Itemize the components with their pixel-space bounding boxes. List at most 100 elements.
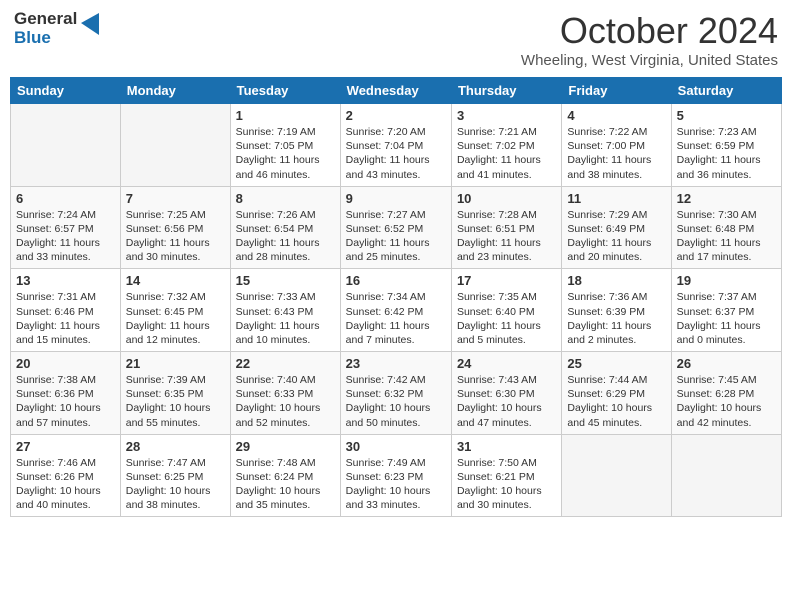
month-title: October 2024 <box>521 10 778 52</box>
calendar-cell: 6Sunrise: 7:24 AM Sunset: 6:57 PM Daylig… <box>11 186 121 269</box>
cell-content: Sunrise: 7:27 AM Sunset: 6:52 PM Dayligh… <box>346 208 446 265</box>
calendar-cell: 20Sunrise: 7:38 AM Sunset: 6:36 PM Dayli… <box>11 352 121 435</box>
cell-content: Sunrise: 7:48 AM Sunset: 6:24 PM Dayligh… <box>236 456 335 513</box>
cell-content: Sunrise: 7:45 AM Sunset: 6:28 PM Dayligh… <box>677 373 776 430</box>
cell-content: Sunrise: 7:19 AM Sunset: 7:05 PM Dayligh… <box>236 125 335 182</box>
location: Wheeling, West Virginia, United States <box>521 52 778 69</box>
calendar-cell: 19 Sunrise: 7:37 AM Sunset: 6:37 PM Dayli… <box>671 269 781 352</box>
day-number: 13 <box>16 273 115 288</box>
calendar-header-thursday: Thursday <box>451 78 561 104</box>
calendar-cell: 15 Sunrise: 7:33 AM Sunset: 6:43 PM Dayli… <box>230 269 340 352</box>
cell-content: Sunrise: 7:42 AM Sunset: 6:32 PM Dayligh… <box>346 373 446 430</box>
calendar-cell: 12 Sunrise: 7:30 AM Sunset: 6:48 PM Dayli… <box>671 186 781 269</box>
day-number: 23 <box>346 356 446 371</box>
cell-content: Sunrise: 7:25 AM Sunset: 6:56 PM Dayligh… <box>126 208 225 265</box>
calendar-cell: 21 Sunrise: 7:39 AM Sunset: 6:35 PM Dayli… <box>120 352 230 435</box>
calendar-week-row: 1 Sunrise: 7:19 AM Sunset: 7:05 PM Daylig… <box>11 104 782 187</box>
cell-content: Sunrise: 7:22 AM Sunset: 7:00 PM Dayligh… <box>567 125 665 182</box>
calendar-cell <box>120 104 230 187</box>
cell-content: Sunrise: 7:37 AM Sunset: 6:37 PM Dayligh… <box>677 290 776 347</box>
calendar-cell: 18 Sunrise: 7:36 AM Sunset: 6:39 PM Dayli… <box>562 269 671 352</box>
day-number: 8 <box>236 191 335 206</box>
cell-content: Sunrise: 7:34 AM Sunset: 6:42 PM Dayligh… <box>346 290 446 347</box>
day-number: 9 <box>346 191 446 206</box>
calendar-cell: 29 Sunrise: 7:48 AM Sunset: 6:24 PM Dayli… <box>230 434 340 517</box>
calendar-cell: 16 Sunrise: 7:34 AM Sunset: 6:42 PM Dayli… <box>340 269 451 352</box>
cell-content: Sunrise: 7:33 AM Sunset: 6:43 PM Dayligh… <box>236 290 335 347</box>
day-number: 29 <box>236 439 335 454</box>
calendar-cell: 4 Sunrise: 7:22 AM Sunset: 7:00 PM Daylig… <box>562 104 671 187</box>
calendar-table: SundayMondayTuesdayWednesdayThursdayFrid… <box>10 77 782 517</box>
calendar-week-row: 20Sunrise: 7:38 AM Sunset: 6:36 PM Dayli… <box>11 352 782 435</box>
day-number: 10 <box>457 191 556 206</box>
day-number: 19 <box>677 273 776 288</box>
page-header: General Blue October 2024 Wheeling, West… <box>10 10 782 69</box>
day-number: 16 <box>346 273 446 288</box>
calendar-cell: 22Sunrise: 7:40 AM Sunset: 6:33 PM Dayli… <box>230 352 340 435</box>
day-number: 4 <box>567 108 665 123</box>
logo: General Blue <box>14 10 99 47</box>
day-number: 15 <box>236 273 335 288</box>
cell-content: Sunrise: 7:47 AM Sunset: 6:25 PM Dayligh… <box>126 456 225 513</box>
day-number: 5 <box>677 108 776 123</box>
day-number: 24 <box>457 356 556 371</box>
calendar-cell: 7Sunrise: 7:25 AM Sunset: 6:56 PM Daylig… <box>120 186 230 269</box>
calendar-cell: 23 Sunrise: 7:42 AM Sunset: 6:32 PM Dayli… <box>340 352 451 435</box>
calendar-header-row: SundayMondayTuesdayWednesdayThursdayFrid… <box>11 78 782 104</box>
calendar-cell: 10 Sunrise: 7:28 AM Sunset: 6:51 PM Dayli… <box>451 186 561 269</box>
calendar-week-row: 13 Sunrise: 7:31 AM Sunset: 6:46 PM Dayli… <box>11 269 782 352</box>
calendar-cell: 5 Sunrise: 7:23 AM Sunset: 6:59 PM Daylig… <box>671 104 781 187</box>
calendar-cell <box>11 104 121 187</box>
day-number: 21 <box>126 356 225 371</box>
calendar-header-sunday: Sunday <box>11 78 121 104</box>
cell-content: Sunrise: 7:31 AM Sunset: 6:46 PM Dayligh… <box>16 290 115 347</box>
calendar-cell: 26Sunrise: 7:45 AM Sunset: 6:28 PM Dayli… <box>671 352 781 435</box>
cell-content: Sunrise: 7:24 AM Sunset: 6:57 PM Dayligh… <box>16 208 115 265</box>
calendar-cell: 3Sunrise: 7:21 AM Sunset: 7:02 PM Daylig… <box>451 104 561 187</box>
cell-content: Sunrise: 7:43 AM Sunset: 6:30 PM Dayligh… <box>457 373 556 430</box>
day-number: 18 <box>567 273 665 288</box>
day-number: 14 <box>126 273 225 288</box>
calendar-cell: 27 Sunrise: 7:46 AM Sunset: 6:26 PM Dayli… <box>11 434 121 517</box>
day-number: 1 <box>236 108 335 123</box>
cell-content: Sunrise: 7:49 AM Sunset: 6:23 PM Dayligh… <box>346 456 446 513</box>
cell-content: Sunrise: 7:29 AM Sunset: 6:49 PM Dayligh… <box>567 208 665 265</box>
cell-content: Sunrise: 7:32 AM Sunset: 6:45 PM Dayligh… <box>126 290 225 347</box>
cell-content: Sunrise: 7:35 AM Sunset: 6:40 PM Dayligh… <box>457 290 556 347</box>
day-number: 11 <box>567 191 665 206</box>
day-number: 12 <box>677 191 776 206</box>
cell-content: Sunrise: 7:23 AM Sunset: 6:59 PM Dayligh… <box>677 125 776 182</box>
cell-content: Sunrise: 7:20 AM Sunset: 7:04 PM Dayligh… <box>346 125 446 182</box>
calendar-cell: 17 Sunrise: 7:35 AM Sunset: 6:40 PM Dayli… <box>451 269 561 352</box>
calendar-header-saturday: Saturday <box>671 78 781 104</box>
calendar-week-row: 6Sunrise: 7:24 AM Sunset: 6:57 PM Daylig… <box>11 186 782 269</box>
day-number: 27 <box>16 439 115 454</box>
calendar-cell: 25 Sunrise: 7:44 AM Sunset: 6:29 PM Dayli… <box>562 352 671 435</box>
cell-content: Sunrise: 7:26 AM Sunset: 6:54 PM Dayligh… <box>236 208 335 265</box>
cell-content: Sunrise: 7:40 AM Sunset: 6:33 PM Dayligh… <box>236 373 335 430</box>
cell-content: Sunrise: 7:36 AM Sunset: 6:39 PM Dayligh… <box>567 290 665 347</box>
day-number: 30 <box>346 439 446 454</box>
day-number: 25 <box>567 356 665 371</box>
cell-content: Sunrise: 7:44 AM Sunset: 6:29 PM Dayligh… <box>567 373 665 430</box>
calendar-cell: 1 Sunrise: 7:19 AM Sunset: 7:05 PM Daylig… <box>230 104 340 187</box>
day-number: 28 <box>126 439 225 454</box>
cell-content: Sunrise: 7:46 AM Sunset: 6:26 PM Dayligh… <box>16 456 115 513</box>
calendar-header-monday: Monday <box>120 78 230 104</box>
cell-content: Sunrise: 7:38 AM Sunset: 6:36 PM Dayligh… <box>16 373 115 430</box>
cell-content: Sunrise: 7:50 AM Sunset: 6:21 PM Dayligh… <box>457 456 556 513</box>
cell-content: Sunrise: 7:28 AM Sunset: 6:51 PM Dayligh… <box>457 208 556 265</box>
cell-content: Sunrise: 7:30 AM Sunset: 6:48 PM Dayligh… <box>677 208 776 265</box>
calendar-cell: 28 Sunrise: 7:47 AM Sunset: 6:25 PM Dayli… <box>120 434 230 517</box>
calendar-cell: 24 Sunrise: 7:43 AM Sunset: 6:30 PM Dayli… <box>451 352 561 435</box>
calendar-cell: 14 Sunrise: 7:32 AM Sunset: 6:45 PM Dayli… <box>120 269 230 352</box>
calendar-cell: 30 Sunrise: 7:49 AM Sunset: 6:23 PM Dayli… <box>340 434 451 517</box>
calendar-header-friday: Friday <box>562 78 671 104</box>
cell-content: Sunrise: 7:39 AM Sunset: 6:35 PM Dayligh… <box>126 373 225 430</box>
calendar-cell: 31Sunrise: 7:50 AM Sunset: 6:21 PM Dayli… <box>451 434 561 517</box>
day-number: 17 <box>457 273 556 288</box>
calendar-cell: 2Sunrise: 7:20 AM Sunset: 7:04 PM Daylig… <box>340 104 451 187</box>
cell-content: Sunrise: 7:21 AM Sunset: 7:02 PM Dayligh… <box>457 125 556 182</box>
logo-icon <box>81 13 99 35</box>
calendar-header-wednesday: Wednesday <box>340 78 451 104</box>
